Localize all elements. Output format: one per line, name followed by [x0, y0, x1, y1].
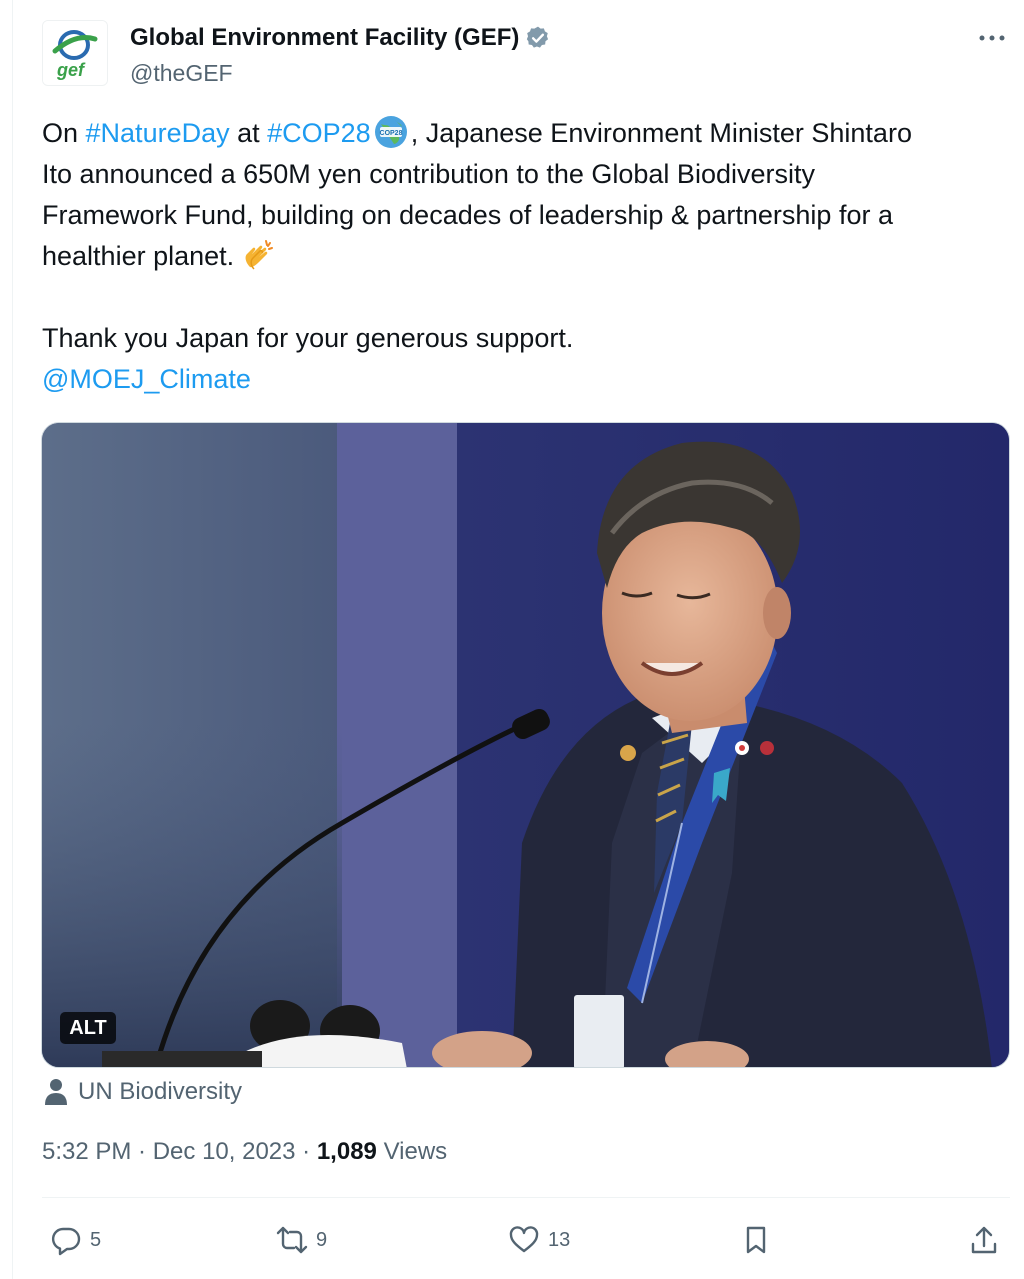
tweet-time[interactable]: 5:32 PM	[42, 1138, 131, 1165]
tweet-line-4: healthier planet.	[42, 236, 1012, 277]
tweet-body: On #NatureDay at #COP28 COP28, Japanese E…	[42, 113, 1012, 400]
tweet-line-1: On #NatureDay at #COP28 COP28, Japanese E…	[42, 113, 1012, 154]
svg-text:COP28: COP28	[379, 130, 402, 137]
tagged-user-label: UN Biodiversity	[78, 1078, 243, 1105]
verified-badge-icon[interactable]	[525, 25, 551, 51]
mention-moej-climate[interactable]: @MOEJ_Climate	[42, 359, 1012, 400]
avatar[interactable]: gef	[42, 20, 108, 86]
reply-count: 5	[90, 1228, 102, 1251]
reply-button[interactable]: 5	[50, 1222, 101, 1258]
tweet-line-2: Ito announced a 650M yen contribution to…	[42, 159, 815, 189]
author-name[interactable]: Global Environment Facility (GEF)	[130, 24, 519, 52]
tweet-line-5: Thank you Japan for your generous suppor…	[42, 323, 574, 353]
reply-icon	[51, 1227, 81, 1256]
tweet-header: gef Global Environment Facility (GEF) @t…	[42, 20, 1010, 90]
repost-count: 9	[316, 1228, 328, 1251]
tagged-user[interactable]: UN Biodiversity	[44, 1076, 242, 1108]
tweet-line-3: Framework Fund, building on decades of l…	[42, 200, 893, 230]
timeline-border	[12, 0, 13, 1279]
share-button[interactable]	[968, 1222, 1000, 1258]
like-button[interactable]: 13	[508, 1222, 570, 1258]
gef-logo-icon: gef	[43, 21, 107, 85]
more-options-icon[interactable]	[974, 26, 1010, 50]
minister-speaking-photo	[42, 423, 1009, 1067]
bookmark-button[interactable]	[740, 1222, 772, 1258]
alt-text-button[interactable]: ALT	[60, 1012, 116, 1044]
tweet-meta: 5:32 PM · Dec 10, 2023 · 1,089 Views	[42, 1138, 448, 1165]
hashtag-natureday[interactable]: #NatureDay	[86, 118, 230, 148]
person-icon	[45, 1079, 67, 1105]
hashtag-cop28[interactable]: #COP28	[267, 118, 371, 148]
share-icon	[971, 1226, 997, 1254]
tweet-date[interactable]: Dec 10, 2023	[153, 1138, 296, 1165]
author-info: Global Environment Facility (GEF) @theGE…	[130, 24, 551, 87]
author-handle[interactable]: @theGEF	[130, 60, 551, 87]
logo-text: gef	[56, 60, 86, 80]
repost-icon	[276, 1226, 308, 1254]
views-label: Views	[383, 1138, 448, 1165]
like-count: 13	[548, 1228, 571, 1251]
tweet-photo[interactable]	[41, 422, 1010, 1068]
heart-icon	[509, 1226, 539, 1253]
bookmark-icon	[746, 1226, 766, 1254]
views-count: 1,089	[316, 1138, 377, 1165]
repost-button[interactable]: 9	[276, 1222, 327, 1258]
divider	[42, 1197, 1010, 1198]
cop28-globe-emoji-icon: COP28	[374, 116, 407, 148]
clapping-hands-emoji-icon	[245, 240, 274, 270]
